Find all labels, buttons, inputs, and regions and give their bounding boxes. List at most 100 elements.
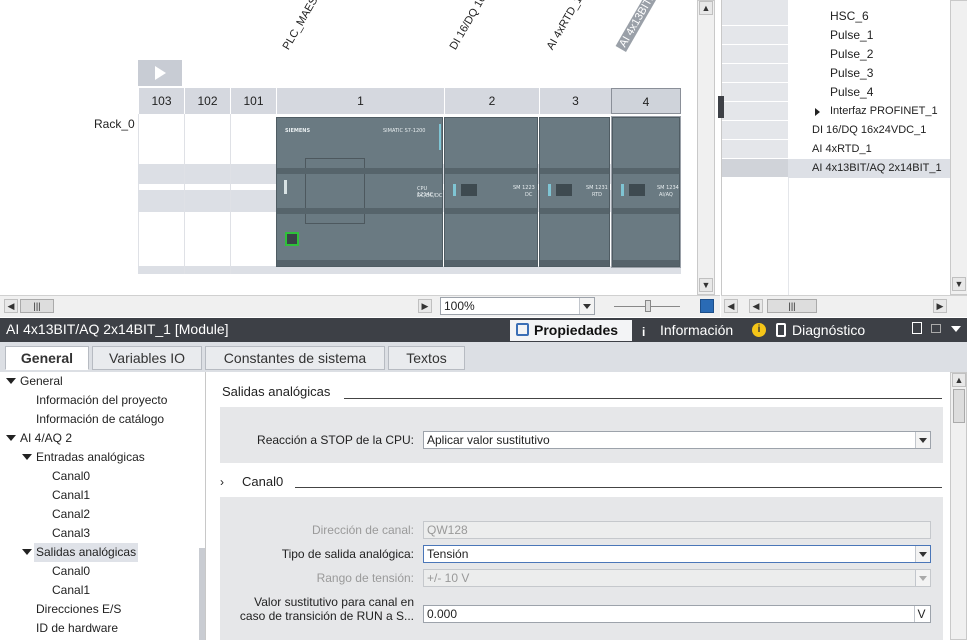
slot-103: 103 xyxy=(138,88,184,114)
chevron-down-icon[interactable] xyxy=(579,298,594,314)
scroll-up-icon[interactable]: ▲ xyxy=(952,373,966,387)
collapse-handle[interactable] xyxy=(718,96,724,118)
section-channel0: Canal0 xyxy=(242,474,284,489)
section-collapse-icon[interactable]: › xyxy=(220,475,224,489)
scroll-right-icon[interactable]: ▶ xyxy=(933,299,947,313)
module3-sub: RTD xyxy=(592,192,603,198)
scroll-left-icon[interactable]: ◀ xyxy=(749,299,763,313)
nav-io-addresses[interactable]: Direcciones E/S xyxy=(36,600,121,619)
ethernet-port-icon[interactable] xyxy=(285,232,299,246)
expand-down-icon[interactable] xyxy=(6,378,16,384)
properties-nav: General Información del proyecto Informa… xyxy=(0,372,206,640)
expand-down-icon[interactable] xyxy=(22,549,32,555)
expand-down-icon[interactable] xyxy=(22,454,32,460)
nav-output-channel0[interactable]: Canal0 xyxy=(52,562,90,581)
maximize-icon[interactable] xyxy=(931,324,941,333)
tree-item[interactable]: Pulse_1 xyxy=(722,26,950,45)
tree-item[interactable]: AI 4xRTD_1 xyxy=(722,140,950,159)
h-scroll-thumb[interactable]: ||| xyxy=(767,299,817,313)
slot-1: 1 xyxy=(276,88,444,114)
rtd-module[interactable]: SM 1231 RTD xyxy=(539,117,610,267)
nav-catalog-info[interactable]: Información de catálogo xyxy=(36,410,164,429)
substitute-label-line1: Valor sustitutivo para canal en xyxy=(254,595,414,609)
scroll-down-icon[interactable]: ▼ xyxy=(952,277,966,291)
address-field: QW128 xyxy=(423,521,931,539)
v-scroll-thumb[interactable] xyxy=(953,389,965,423)
expand-slots-button[interactable] xyxy=(138,60,182,86)
scroll-up-icon[interactable]: ▲ xyxy=(699,1,713,15)
stop-reaction-select[interactable]: Aplicar valor sustitutivo xyxy=(423,431,931,449)
slot-3: 3 xyxy=(539,88,611,114)
slot-2: 2 xyxy=(444,88,539,114)
device-vertical-scrollbar[interactable]: ▲ ▼ xyxy=(697,0,715,295)
device-overview-tree: HSC_6 Pulse_1 Pulse_2 Pulse_3 Pulse_4 In… xyxy=(718,0,967,295)
tab-properties[interactable]: Propiedades xyxy=(510,320,632,341)
nav-input-channel2[interactable]: Canal2 xyxy=(52,505,90,524)
tree-item-profinet[interactable]: Interfaz PROFINET_1 xyxy=(722,102,950,121)
scroll-left-icon[interactable]: ◀ xyxy=(4,299,18,313)
zoom-slider-thumb[interactable] xyxy=(645,300,651,312)
unit-label: V xyxy=(914,606,928,622)
float-icon[interactable] xyxy=(912,322,922,334)
module-title-aiaq[interactable]: AI 4x13BIT/A xyxy=(615,0,662,52)
substitute-value-input[interactable]: 0.000 V xyxy=(423,605,931,623)
rack-band xyxy=(138,266,681,274)
nav-input-channel0[interactable]: Canal0 xyxy=(52,467,90,486)
overview-icon[interactable] xyxy=(700,299,714,313)
tree-vertical-scrollbar[interactable]: ▼ xyxy=(950,0,967,295)
tab-general[interactable]: General xyxy=(5,346,89,370)
slot-102: 102 xyxy=(184,88,230,114)
tab-system-constants[interactable]: Constantes de sistema xyxy=(205,346,385,370)
expand-arrow-icon[interactable] xyxy=(815,108,820,116)
h-scroll-thumb[interactable]: ||| xyxy=(20,299,54,313)
nav-analog-outputs[interactable]: Salidas analógicas xyxy=(34,543,139,562)
tab-texts[interactable]: Textos xyxy=(388,346,465,370)
nav-project-info[interactable]: Información del proyecto xyxy=(36,391,167,410)
chevron-down-icon[interactable] xyxy=(915,546,930,562)
cpu-module[interactable]: SIEMENS SIMATIC S7-1200 CPU 1214C DC/DC/… xyxy=(276,117,443,267)
zoom-select[interactable]: 100% xyxy=(440,297,595,315)
section-analog-outputs: Salidas analógicas xyxy=(222,384,331,399)
module-title-di-dq[interactable]: DI 16/DQ 16 xyxy=(448,0,489,52)
tree-toolbar: ◀ ◀ ||| ▶ xyxy=(721,295,967,317)
tree-item[interactable]: HSC_6 xyxy=(722,7,950,26)
expand-down-icon[interactable] xyxy=(6,435,16,441)
scroll-right-icon[interactable]: ▶ xyxy=(418,299,432,313)
collapse-icon[interactable] xyxy=(951,326,961,332)
nav-input-channel3[interactable]: Canal3 xyxy=(52,524,90,543)
zoom-value: 100% xyxy=(444,299,475,313)
tree-item[interactable]: Pulse_4 xyxy=(722,83,950,102)
nav-splitter[interactable] xyxy=(199,548,205,640)
module-title-rtd[interactable]: AI 4xRTD_1 xyxy=(545,0,585,52)
module3-type: SM 1231 xyxy=(586,185,608,191)
scroll-down-icon[interactable]: ▼ xyxy=(699,278,713,292)
tab-diagnostics[interactable]: Diagnóstico xyxy=(772,320,894,341)
content-vertical-scrollbar[interactable]: ▲ xyxy=(950,372,967,640)
tree-item-selected[interactable]: AI 4x13BIT/AQ 2x14BIT_1 xyxy=(722,159,950,178)
device-toolbar: ◀ ||| ▶ 100% xyxy=(0,295,720,317)
output-type-select[interactable]: Tensión xyxy=(423,545,931,563)
module4-type: SM 1234 xyxy=(657,185,679,191)
module-title-plc[interactable]: PLC_MAESTR xyxy=(281,0,328,52)
nav-ai-aq[interactable]: AI 4/AQ 2 xyxy=(20,429,72,448)
tree-item[interactable]: Pulse_2 xyxy=(722,45,950,64)
nav-output-channel1[interactable]: Canal1 xyxy=(52,581,90,600)
chevron-down-icon[interactable] xyxy=(915,432,930,448)
cpu-brand: SIEMENS xyxy=(285,128,311,134)
ai-aq-module[interactable]: SM 1234 AI/AQ xyxy=(611,116,681,268)
tab-info[interactable]: i Información i xyxy=(638,320,766,341)
tree-item[interactable]: Pulse_3 xyxy=(722,64,950,83)
tree-item[interactable]: DI 16/DQ 16x24VDC_1 xyxy=(722,121,950,140)
nav-hardware-id[interactable]: ID de hardware xyxy=(36,619,118,638)
tab-io-variables[interactable]: Variables IO xyxy=(92,346,202,370)
module2-sub: DC xyxy=(525,192,533,198)
nav-general[interactable]: General xyxy=(20,372,63,391)
device-view[interactable]: PLC_MAESTR DI 16/DQ 16 AI 4xRTD_1 AI 4x1… xyxy=(0,0,720,295)
slot-4: 4 xyxy=(611,88,681,114)
nav-input-channel1[interactable]: Canal1 xyxy=(52,486,90,505)
scroll-left-icon[interactable]: ◀ xyxy=(724,299,738,313)
inspector-title: AI 4x13BIT/AQ 2x14BIT_1 [Module] xyxy=(6,321,229,337)
slot-101: 101 xyxy=(230,88,276,114)
nav-analog-inputs[interactable]: Entradas analógicas xyxy=(36,448,145,467)
di-dq-module[interactable]: SM 1223 DC xyxy=(444,117,538,267)
